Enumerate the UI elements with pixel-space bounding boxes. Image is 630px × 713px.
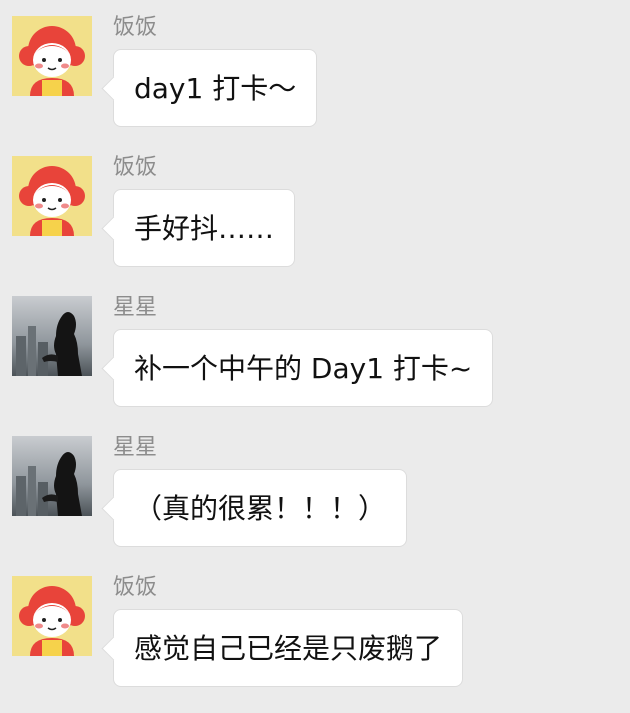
sender-name: 饭饭 — [113, 15, 158, 40]
chat-message: 星星 （真的很累！！！） — [0, 420, 630, 560]
silhouette-photo-avatar-icon — [12, 436, 92, 516]
chat-message: 星星 补一个中午的 Day1 打卡~ — [0, 280, 630, 420]
message-text: 补一个中午的 Day1 打卡~ — [134, 352, 473, 385]
sender-name: 饭饭 — [113, 575, 158, 600]
sender-name: 饭饭 — [113, 155, 158, 180]
chat-message-list[interactable]: 饭饭 day1 打卡～ 饭饭 手好抖…… 星星 补一个中午的 Day1 打卡~ … — [0, 0, 630, 713]
message-text: （真的很累！！！） — [134, 492, 387, 525]
sender-avatar[interactable] — [12, 16, 92, 96]
message-bubble[interactable]: （真的很累！！！） — [113, 469, 408, 547]
sender-avatar[interactable] — [12, 436, 92, 516]
message-bubble[interactable]: 补一个中午的 Day1 打卡~ — [113, 329, 494, 407]
message-text: day1 打卡～ — [134, 72, 297, 105]
sender-avatar[interactable] — [12, 296, 92, 376]
sender-avatar[interactable] — [12, 156, 92, 236]
chat-message: 饭饭 感觉自己已经是只废鹅了 — [0, 560, 630, 700]
chat-message: 饭饭 day1 打卡～ — [0, 0, 630, 140]
cartoon-girl-avatar-icon — [12, 156, 92, 236]
sender-avatar[interactable] — [12, 576, 92, 656]
chat-message: 饭饭 手好抖…… — [0, 140, 630, 280]
silhouette-photo-avatar-icon — [12, 296, 92, 376]
message-bubble[interactable]: 感觉自己已经是只废鹅了 — [113, 609, 464, 687]
message-text: 手好抖…… — [134, 212, 275, 245]
message-text: 感觉自己已经是只废鹅了 — [134, 632, 443, 665]
sender-name: 星星 — [113, 435, 158, 460]
message-bubble[interactable]: 手好抖…… — [113, 189, 296, 267]
cartoon-girl-avatar-icon — [12, 16, 92, 96]
cartoon-girl-avatar-icon — [12, 576, 92, 656]
sender-name: 星星 — [113, 295, 158, 320]
message-bubble[interactable]: day1 打卡～ — [113, 49, 318, 127]
